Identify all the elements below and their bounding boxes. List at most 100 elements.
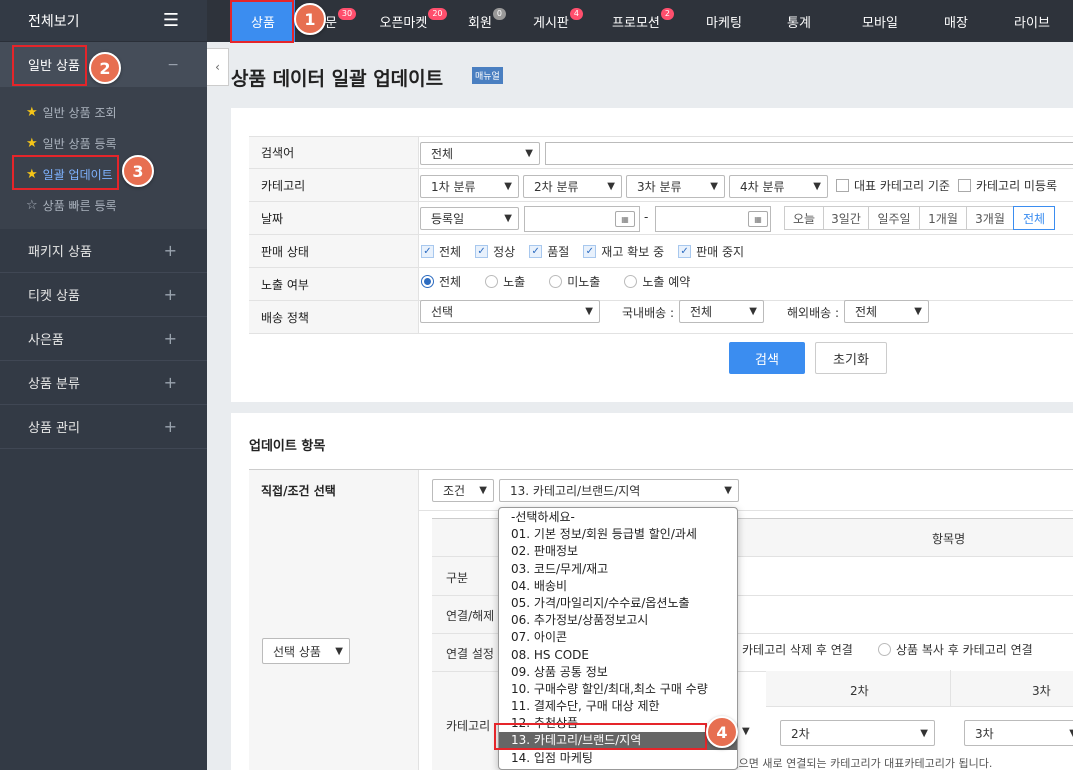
- dropdown-option[interactable]: 03. 코드/무게/재고: [499, 561, 737, 578]
- unregistered-category-checkbox[interactable]: 카테고리 미등록: [957, 177, 1057, 194]
- select-value: 3차 분류: [637, 180, 682, 194]
- sidebar-item-gift[interactable]: 사은품 +: [0, 317, 207, 361]
- check-icon: ✓: [529, 245, 543, 258]
- status-normal-checkbox[interactable]: ✓ 정상: [475, 243, 515, 260]
- hamburger-icon[interactable]: ☰: [163, 10, 179, 31]
- tab-board[interactable]: 게시판 4: [519, 0, 597, 42]
- row-label-link-setting: 연결 설정: [446, 647, 494, 661]
- radio-label: 전체: [439, 275, 462, 289]
- rep-category-checkbox[interactable]: 대표 카테고리 기준: [836, 177, 950, 194]
- select-value: 조건: [443, 484, 466, 498]
- category-2-select[interactable]: 2차 분류 ▼: [523, 175, 622, 198]
- sidebar-collapse-button[interactable]: ‹: [207, 48, 229, 86]
- update-item-select[interactable]: 13. 카테고리/브랜드/지역 ▼: [499, 479, 739, 502]
- dropdown-option[interactable]: 02. 판매정보: [499, 543, 737, 560]
- calendar-icon[interactable]: ▦: [615, 211, 635, 227]
- sidebar-header[interactable]: 전체보기 ☰: [0, 0, 207, 42]
- label-category: 카테고리: [249, 169, 419, 201]
- highlight-box: [230, 0, 294, 43]
- category-1-select[interactable]: 1차 분류 ▼: [420, 175, 519, 198]
- tab-marketing[interactable]: 마케팅: [689, 0, 759, 42]
- status-restock-checkbox[interactable]: ✓ 재고 확보 중: [583, 243, 664, 260]
- dropdown-option[interactable]: 08. HS CODE: [499, 647, 737, 664]
- dropdown-option[interactable]: 04. 배송비: [499, 578, 737, 595]
- date-btn-3months[interactable]: 3개월: [966, 206, 1014, 230]
- table-label-column: [432, 557, 502, 770]
- manual-badge[interactable]: 매뉴얼: [472, 67, 503, 84]
- status-soldout-checkbox[interactable]: ✓ 품절: [529, 243, 569, 260]
- sidebar-item-package[interactable]: 패키지 상품 +: [0, 229, 207, 273]
- tab-promotion[interactable]: 프로모션 2: [597, 0, 689, 42]
- sidebar-item-management[interactable]: 상품 관리 +: [0, 405, 207, 449]
- keyword-type-select[interactable]: 전체 ▼: [420, 142, 540, 165]
- chevron-down-icon: ▼: [504, 181, 512, 192]
- dropdown-option[interactable]: 09. 상품 공통 정보: [499, 664, 737, 681]
- callout-1: 1: [294, 3, 326, 35]
- category-3-update-select[interactable]: 3차 ▼: [964, 720, 1073, 746]
- sidebar-subitem-label: 일반 상품 등록: [42, 137, 117, 151]
- page-title: 상품 데이터 일괄 업데이트: [231, 68, 444, 90]
- mode-select[interactable]: 조건 ▼: [432, 479, 494, 502]
- dropdown-option[interactable]: 06. 추가정보/상품정보고시: [499, 612, 737, 629]
- chevron-down-icon: ▼: [749, 306, 757, 317]
- tab-label: 마케팅: [706, 15, 742, 31]
- check-icon: ✓: [421, 245, 434, 258]
- row-label-link: 연결/해제: [446, 609, 495, 623]
- tab-live[interactable]: 라이브: [991, 0, 1073, 42]
- tab-store[interactable]: 매장: [921, 0, 991, 42]
- status-all-checkbox[interactable]: ✓ 전체: [421, 243, 461, 260]
- date-btn-all[interactable]: 전체: [1013, 206, 1055, 230]
- expose-yes-radio[interactable]: 노출: [485, 273, 525, 290]
- status-stopped-checkbox[interactable]: ✓ 판매 중지: [678, 243, 744, 260]
- target-product-select[interactable]: 선택 상품 ▼: [262, 638, 350, 664]
- col-divider: [950, 670, 951, 706]
- expose-all-radio[interactable]: 전체: [421, 273, 461, 290]
- dropdown-option[interactable]: 05. 가격/마일리지/수수료/옵션노출: [499, 595, 737, 612]
- app-root: 전체보기 ☰ 일반 상품 − ★ 일반 상품 조회 ★ 일반 상품 등록 ★ 일…: [0, 0, 1073, 770]
- calendar-icon[interactable]: ▦: [748, 211, 768, 227]
- chevron-down-icon: ▼: [742, 726, 750, 737]
- shipping-policy-select[interactable]: 선택 ▼: [420, 300, 600, 323]
- minus-icon[interactable]: −: [167, 57, 179, 73]
- link-option-copy-radio[interactable]: 상품 복사 후 카테고리 연결: [878, 641, 1033, 658]
- dropdown-option[interactable]: 14. 입점 마케팅: [499, 750, 737, 767]
- chevron-down-icon: ▼: [920, 727, 928, 739]
- dropdown-option[interactable]: 01. 기본 정보/회원 등급별 할인/과세: [499, 526, 737, 543]
- dropdown-option[interactable]: 07. 아이콘: [499, 629, 737, 646]
- check-icon: ✓: [475, 245, 489, 258]
- sidebar-subitem-product-list[interactable]: ★ 일반 상품 조회: [0, 97, 207, 128]
- category-4-select[interactable]: 4차 분류 ▼: [729, 175, 828, 198]
- date-btn-week[interactable]: 일주일: [868, 206, 920, 230]
- dropdown-option[interactable]: 10. 구매수량 할인/최대,최소 구매 수량: [499, 681, 737, 698]
- date-type-select[interactable]: 등록일 ▼: [420, 207, 519, 230]
- sidebar-item-ticket[interactable]: 티켓 상품 +: [0, 273, 207, 317]
- tab-member[interactable]: 회원 0: [455, 0, 519, 42]
- tab-label: 게시판: [533, 15, 569, 31]
- overseas-select[interactable]: 전체 ▼: [844, 300, 929, 323]
- tab-mobile[interactable]: 모바일: [839, 0, 921, 42]
- dropdown-option[interactable]: 11. 결제수단, 구매 대상 제한: [499, 698, 737, 715]
- sidebar-item-label: 상품 관리: [28, 421, 80, 436]
- expose-reserved-radio[interactable]: 노출 예약: [624, 273, 690, 290]
- sidebar-subitem-quick-register[interactable]: ☆ 상품 빠른 등록: [0, 190, 207, 221]
- reset-button[interactable]: 초기화: [815, 342, 887, 374]
- keyword-input[interactable]: [545, 142, 1073, 165]
- col-header-3: 3차: [1032, 684, 1051, 698]
- sidebar-item-label: 패키지 상품: [28, 245, 92, 260]
- plus-icon: +: [163, 329, 177, 348]
- expose-no-radio[interactable]: 미노출: [549, 273, 600, 290]
- checkbox-label: 대표 카테고리 기준: [854, 179, 950, 193]
- label-status: 판매 상태: [249, 235, 419, 267]
- sidebar-item-category[interactable]: 상품 분류 +: [0, 361, 207, 405]
- radio-label: 상품 복사 후 카테고리 연결: [896, 643, 1033, 657]
- date-btn-1month[interactable]: 1개월: [919, 206, 967, 230]
- date-btn-3days[interactable]: 3일간: [823, 206, 869, 230]
- category-3-select[interactable]: 3차 분류 ▼: [626, 175, 725, 198]
- category-2-update-select[interactable]: 2차 ▼: [780, 720, 935, 746]
- date-btn-today[interactable]: 오늘: [784, 206, 824, 230]
- tab-openmarket[interactable]: 오픈마켓 20: [371, 0, 455, 42]
- search-button[interactable]: 검색: [729, 342, 805, 374]
- dropdown-option[interactable]: -선택하세요-: [499, 509, 737, 526]
- tab-stats[interactable]: 통계: [759, 0, 839, 42]
- domestic-select[interactable]: 전체 ▼: [679, 300, 764, 323]
